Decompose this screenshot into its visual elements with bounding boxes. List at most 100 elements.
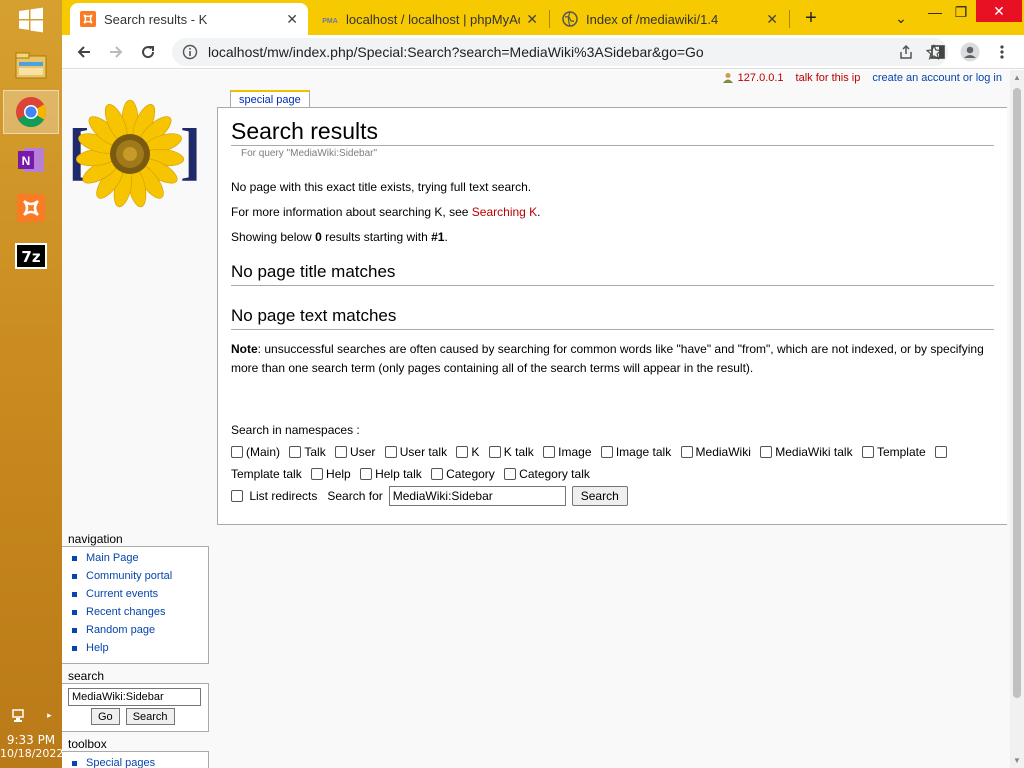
checkbox[interactable] bbox=[543, 446, 556, 458]
checkbox[interactable] bbox=[231, 490, 243, 502]
page-scrollbar[interactable]: ▲ ▼ bbox=[1010, 70, 1024, 768]
ns-template-talk-label[interactable]: Template talk bbox=[231, 467, 302, 481]
ns-checkbox-talk[interactable]: Talk bbox=[289, 445, 326, 459]
url-text[interactable]: localhost/mw/index.php/Special:Search?se… bbox=[208, 44, 704, 60]
talk-link[interactable]: talk for this ip bbox=[796, 72, 861, 84]
search-button[interactable]: Search bbox=[571, 486, 628, 506]
ns-label: K bbox=[471, 445, 480, 459]
tab-phpmyadmin[interactable]: PMA localhost / localhost | phpMyAdmin ✕ bbox=[312, 3, 548, 35]
ns-label: Category talk bbox=[519, 467, 590, 481]
ns-label: MediaWiki talk bbox=[775, 445, 853, 459]
scroll-thumb[interactable] bbox=[1013, 88, 1021, 698]
taskbar-onenote[interactable]: N bbox=[3, 138, 59, 182]
scroll-up-icon[interactable]: ▲ bbox=[1013, 73, 1021, 82]
ns-label: User bbox=[350, 445, 376, 459]
taskbar-7zip[interactable]: 7z bbox=[3, 234, 59, 278]
info-icon[interactable] bbox=[182, 44, 198, 60]
namespace-checkboxes: (Main) Talk User User talk K K talk Imag… bbox=[231, 441, 994, 485]
sidebar-search-input[interactable] bbox=[68, 688, 201, 706]
checkbox[interactable] bbox=[311, 468, 324, 480]
address-bar[interactable]: localhost/mw/index.php/Special:Search?se… bbox=[172, 38, 948, 66]
ns-checkbox-help-talk[interactable]: Help talk bbox=[360, 467, 422, 481]
forward-button[interactable] bbox=[100, 36, 132, 68]
start-button[interactable] bbox=[3, 0, 59, 40]
new-tab-button[interactable]: + bbox=[794, 4, 828, 32]
checkbox[interactable] bbox=[335, 446, 348, 458]
close-tab-icon[interactable]: ✕ bbox=[286, 11, 298, 28]
results-suffix: . bbox=[444, 230, 448, 244]
ns-checkbox-mediawiki[interactable]: MediaWiki bbox=[680, 445, 751, 459]
ns-checkbox-template-talk[interactable] bbox=[934, 446, 947, 458]
go-button[interactable]: Go bbox=[91, 708, 120, 725]
sidebar-search-button[interactable]: Search bbox=[125, 708, 175, 725]
ns-checkbox-user-talk[interactable]: User talk bbox=[384, 445, 447, 459]
checkbox[interactable] bbox=[431, 468, 444, 480]
close-tab-icon[interactable]: ✕ bbox=[766, 11, 778, 28]
nav-community-portal[interactable]: Community portal bbox=[86, 567, 172, 585]
back-button[interactable] bbox=[68, 36, 100, 68]
nav-help[interactable]: Help bbox=[86, 639, 109, 657]
search-line: List redirects Search for Search bbox=[231, 485, 994, 507]
close-tab-icon[interactable]: ✕ bbox=[526, 11, 538, 28]
ns-checkbox-image[interactable]: Image bbox=[543, 445, 592, 459]
checkbox[interactable] bbox=[360, 468, 373, 480]
nav-random-page[interactable]: Random page bbox=[86, 621, 155, 639]
ns-label: Category bbox=[446, 467, 495, 481]
navigation-portlet: Main Page Community portal Current event… bbox=[62, 546, 209, 664]
ns-checkbox-mediawiki-talk[interactable]: MediaWiki talk bbox=[760, 445, 853, 459]
side-panel-button[interactable] bbox=[922, 36, 954, 68]
ns-checkbox-category[interactable]: Category bbox=[431, 467, 495, 481]
clock-date[interactable]: 10/18/2022 bbox=[0, 747, 63, 760]
share-icon[interactable] bbox=[898, 44, 914, 60]
browser-menu-button[interactable] bbox=[986, 36, 1018, 68]
svg-text:]: ] bbox=[180, 115, 201, 186]
checkbox[interactable] bbox=[231, 446, 243, 458]
tab-separator bbox=[549, 10, 550, 28]
restore-button[interactable]: ❐ bbox=[944, 0, 978, 24]
tray-expand-icon[interactable]: ▸ bbox=[47, 711, 52, 721]
taskbar-xampp[interactable] bbox=[3, 186, 59, 230]
searching-k-link[interactable]: Searching K bbox=[472, 205, 537, 219]
login-link[interactable]: create an account or log in bbox=[872, 72, 1002, 84]
ns-checkbox-main[interactable]: (Main) bbox=[231, 445, 280, 459]
ns-checkbox-image-talk[interactable]: Image talk bbox=[600, 445, 671, 459]
arrow-right-icon bbox=[110, 45, 123, 58]
nav-item: Help bbox=[72, 639, 208, 657]
checkbox[interactable] bbox=[384, 446, 397, 458]
user-ip-link[interactable]: 127.0.0.1 bbox=[738, 72, 784, 84]
clock-time[interactable]: 9:33 PM bbox=[0, 733, 62, 747]
taskbar-chrome[interactable] bbox=[3, 90, 59, 134]
nav-recent-changes[interactable]: Recent changes bbox=[86, 603, 166, 621]
close-window-button[interactable]: ✕ bbox=[976, 0, 1022, 22]
ns-checkbox-category-talk[interactable]: Category talk bbox=[504, 467, 590, 481]
checkbox[interactable] bbox=[680, 446, 693, 458]
ns-checkbox-user[interactable]: User bbox=[335, 445, 375, 459]
tab-special-page[interactable]: special page bbox=[230, 90, 310, 108]
checkbox[interactable] bbox=[456, 446, 469, 458]
checkbox[interactable] bbox=[760, 446, 773, 458]
checkbox[interactable] bbox=[600, 446, 613, 458]
ns-checkbox-template[interactable]: Template bbox=[861, 445, 926, 459]
search-input[interactable] bbox=[388, 486, 566, 506]
ns-checkbox-help[interactable]: Help bbox=[311, 467, 351, 481]
reload-button[interactable] bbox=[132, 36, 164, 68]
ns-checkbox-k-talk[interactable]: K talk bbox=[488, 445, 534, 459]
tab-search-results[interactable]: Search results - K ✕ bbox=[70, 3, 308, 35]
nav-current-events[interactable]: Current events bbox=[86, 585, 158, 603]
taskbar-file-explorer[interactable] bbox=[3, 44, 59, 88]
nav-main-page[interactable]: Main Page bbox=[86, 549, 139, 567]
list-redirects-checkbox[interactable]: List redirects bbox=[231, 485, 317, 507]
site-logo[interactable]: [ ] bbox=[68, 92, 208, 212]
checkbox[interactable] bbox=[488, 446, 501, 458]
tab-search-chevron-icon[interactable]: ⌄ bbox=[884, 6, 918, 30]
network-icon[interactable] bbox=[10, 708, 26, 724]
checkbox[interactable] bbox=[861, 446, 874, 458]
profile-button[interactable] bbox=[954, 36, 986, 68]
ns-checkbox-k[interactable]: K bbox=[456, 445, 479, 459]
scroll-down-icon[interactable]: ▼ bbox=[1013, 756, 1021, 765]
tab-mediawiki-index[interactable]: Index of /mediawiki/1.4 ✕ bbox=[552, 3, 788, 35]
system-tray: ▸ 9:33 PM 10/18/2022 bbox=[0, 705, 63, 768]
checkbox[interactable] bbox=[504, 468, 517, 480]
checkbox[interactable] bbox=[289, 446, 302, 458]
toolbox-special-pages[interactable]: Special pages bbox=[86, 754, 155, 768]
